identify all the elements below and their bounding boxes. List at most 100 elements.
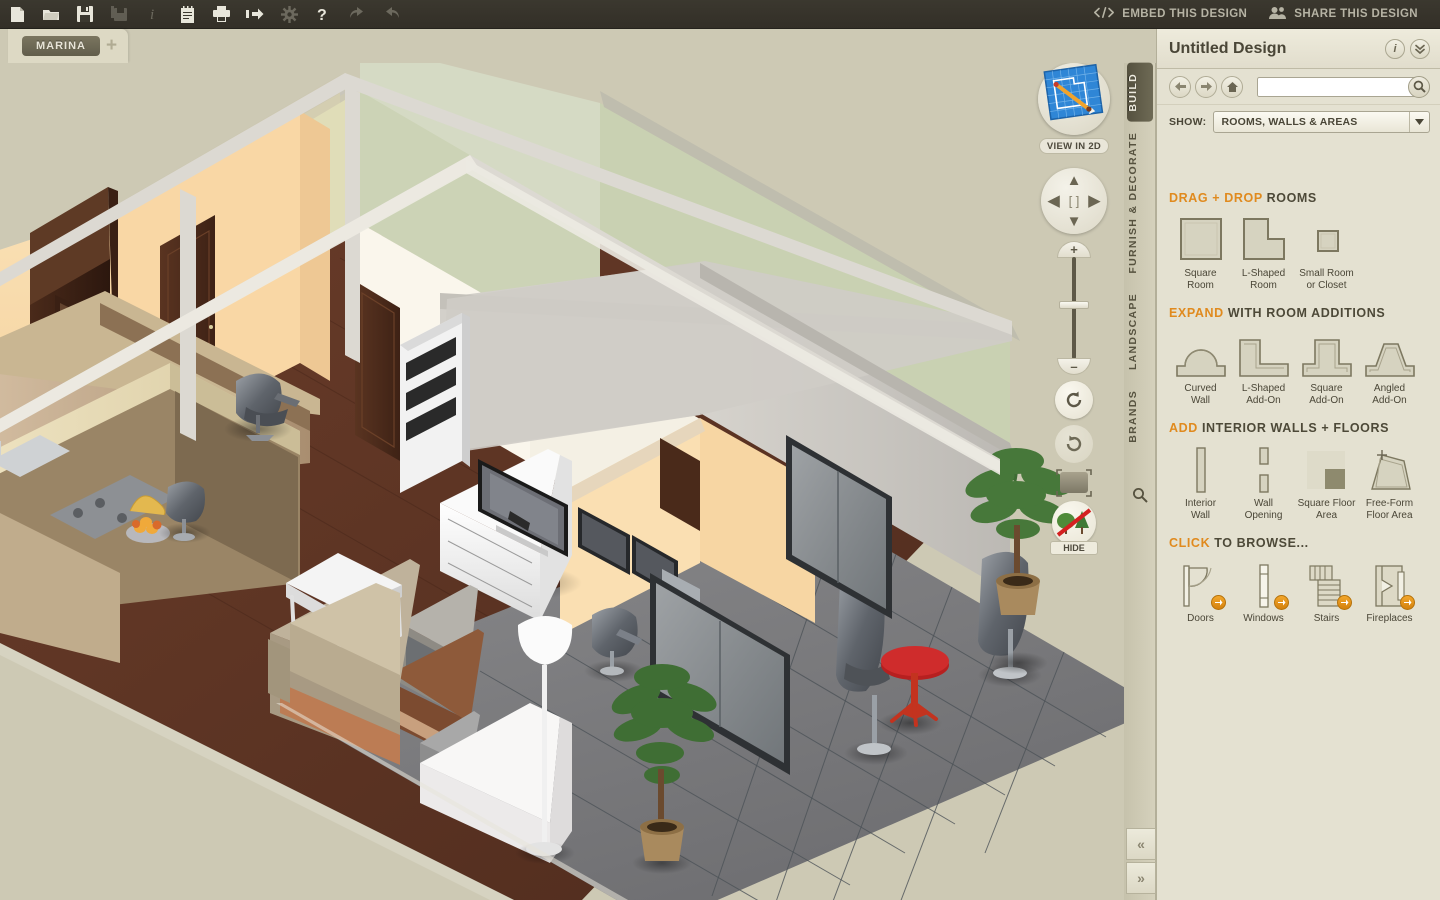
design-canvas[interactable]: VIEW IN 2D ▲ ▼ ◀ ▶ [ ] + – HIDE: [0, 63, 1124, 900]
show-dropdown[interactable]: ROOMS, WALLS & AREAS: [1213, 111, 1430, 133]
angled-addon-item[interactable]: Angled Add-On: [1358, 328, 1421, 407]
square-floor-area-item[interactable]: Square Floor Area: [1295, 443, 1358, 522]
section-accent-browse: CLICK: [1169, 536, 1211, 550]
show-label: SHOW:: [1169, 116, 1207, 128]
pan-left-button[interactable]: ◀: [1048, 194, 1060, 209]
windows-item[interactable]: Windows: [1232, 558, 1295, 625]
stairs-item[interactable]: Stairs: [1295, 558, 1358, 625]
vtab-landscape[interactable]: LANDSCAPE: [1127, 283, 1153, 380]
camera-view-icon[interactable]: [1056, 469, 1092, 497]
zoom-handle[interactable]: [1059, 301, 1089, 309]
stairs-badge-icon: [1337, 595, 1352, 610]
collapse-buttons: « »: [1126, 828, 1156, 896]
pan-up-button[interactable]: ▲: [1067, 173, 1082, 188]
undo-icon[interactable]: [340, 0, 374, 29]
info-icon[interactable]: i: [136, 0, 170, 29]
browse-row: Doors Windows Stairs Fireplaces: [1169, 558, 1428, 625]
panel-collapse-button[interactable]: [1410, 38, 1430, 59]
l-shaped-room-item[interactable]: L-Shaped Room: [1232, 213, 1295, 292]
rotate-counterclockwise-icon[interactable]: [1055, 381, 1093, 419]
page-title: Untitled Design: [1169, 39, 1287, 57]
svg-text:i: i: [150, 7, 154, 22]
interior-wall-icon: [1169, 443, 1232, 493]
new-document-icon[interactable]: [0, 0, 34, 29]
save-icon[interactable]: [68, 0, 102, 29]
l-shaped-addon-item[interactable]: L-Shaped Add-On: [1232, 328, 1295, 407]
share-design-label: SHARE THIS DESIGN: [1294, 8, 1418, 20]
pan-down-button[interactable]: ▼: [1067, 214, 1082, 229]
collapse-left-button[interactable]: «: [1126, 828, 1156, 860]
square-room-item[interactable]: Square Room: [1169, 213, 1232, 292]
stairs-icon: [1295, 558, 1358, 610]
section-rest-walls: INTERIOR WALLS + FLOORS: [1197, 421, 1390, 435]
nav-home-button[interactable]: [1221, 75, 1243, 98]
zoom-in-button[interactable]: +: [1057, 241, 1091, 258]
save-as-icon[interactable]: [102, 0, 136, 29]
notes-icon[interactable]: [170, 0, 204, 29]
view-in-2d-button[interactable]: [1038, 63, 1110, 135]
doors-item[interactable]: Doors: [1169, 558, 1232, 625]
zoom-slider[interactable]: + –: [1054, 241, 1094, 375]
panel-search[interactable]: [1257, 75, 1430, 98]
panel-info-button[interactable]: i: [1385, 38, 1405, 59]
wall-opening-item[interactable]: Wall Opening: [1232, 443, 1295, 522]
fireplaces-caption: Fireplaces: [1366, 613, 1413, 624]
print-icon[interactable]: [204, 0, 238, 29]
fireplaces-icon: [1358, 558, 1421, 610]
open-folder-icon[interactable]: [34, 0, 68, 29]
section-accent-additions: EXPAND: [1169, 306, 1224, 320]
zoom-out-button[interactable]: –: [1057, 358, 1091, 375]
nav-forward-button[interactable]: [1195, 75, 1217, 98]
share-design-button[interactable]: SHARE THIS DESIGN: [1261, 6, 1426, 23]
search-icon[interactable]: [1408, 75, 1430, 98]
help-icon[interactable]: ?: [306, 0, 340, 29]
small-room-item[interactable]: Small Room or Closet: [1295, 213, 1358, 292]
hide-plants-icon[interactable]: [1052, 501, 1096, 545]
doors-badge-icon: [1211, 595, 1226, 610]
project-tab-marina[interactable]: MARINA: [22, 36, 100, 56]
rotate-clockwise-icon[interactable]: [1055, 425, 1093, 463]
panel-body: DRAG + DROP ROOMS Square Room L-Shaped R…: [1157, 177, 1440, 900]
wall-opening-caption: Wall Opening: [1244, 498, 1283, 521]
section-title-rooms: DRAG + DROP ROOMS: [1169, 191, 1428, 205]
chevron-down-icon: [1409, 112, 1429, 132]
interior-wall-item[interactable]: Interior Wall: [1169, 443, 1232, 522]
redo-icon[interactable]: [374, 0, 408, 29]
section-title-additions: EXPAND WITH ROOM ADDITIONS: [1169, 306, 1428, 320]
view-in-2d-label[interactable]: VIEW IN 2D: [1039, 138, 1109, 154]
search-input[interactable]: [1258, 77, 1408, 96]
search-icon[interactable]: [1132, 487, 1148, 508]
fireplaces-item[interactable]: Fireplaces: [1358, 558, 1421, 625]
pan-right-button[interactable]: ▶: [1088, 194, 1100, 209]
embed-design-button[interactable]: EMBED THIS DESIGN: [1085, 7, 1255, 21]
curved-wall-caption: Curved Wall: [1184, 383, 1217, 406]
free-form-floor-area-item[interactable]: Free-Form Floor Area: [1358, 443, 1421, 522]
hide-label[interactable]: HIDE: [1050, 541, 1098, 555]
settings-gear-icon[interactable]: [272, 0, 306, 29]
vtab-furnish-decorate[interactable]: FURNISH & DECORATE: [1127, 122, 1153, 284]
pan-dial[interactable]: ▲ ▼ ◀ ▶ [ ]: [1041, 168, 1107, 234]
square-floor-area-icon: [1295, 443, 1358, 493]
export-icon[interactable]: [238, 0, 272, 29]
curved-wall-item[interactable]: Curved Wall: [1169, 328, 1232, 407]
vtab-build[interactable]: BUILD: [1126, 63, 1153, 122]
add-tab-button[interactable]: +: [106, 36, 117, 57]
section-accent-rooms: DRAG + DROP: [1169, 191, 1263, 205]
pan-center-button[interactable]: [ ]: [1069, 194, 1080, 209]
square-addon-item[interactable]: Square Add-On: [1295, 328, 1358, 407]
collapse-right-button[interactable]: »: [1126, 862, 1156, 894]
section-rest-browse: TO BROWSE...: [1210, 536, 1309, 550]
vtab-brands[interactable]: BRANDS: [1127, 380, 1153, 453]
l-shaped-room-caption: L-Shaped Room: [1241, 268, 1286, 291]
share-people-icon: [1269, 6, 1287, 23]
rooms-row: Square Room L-Shaped Room Small Room or …: [1169, 213, 1428, 292]
additions-row: Curved Wall L-Shaped Add-On Square Add-O…: [1169, 328, 1428, 407]
stairs-caption: Stairs: [1313, 613, 1340, 624]
nav-back-button[interactable]: [1169, 75, 1191, 98]
panel-nav-bar: [1157, 69, 1440, 105]
section-rest-rooms: ROOMS: [1262, 191, 1317, 205]
wall-opening-icon: [1232, 443, 1295, 493]
walls-row: Interior Wall Wall Opening Square Floor …: [1169, 443, 1428, 522]
fireplaces-badge-icon: [1400, 595, 1415, 610]
angled-addon-icon: [1358, 328, 1421, 378]
